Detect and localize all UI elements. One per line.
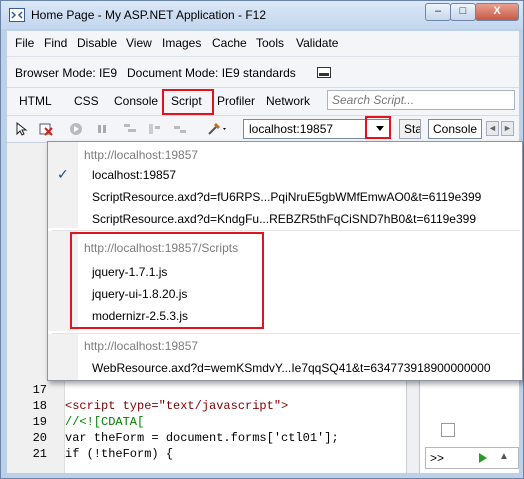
select-element-icon[interactable] — [15, 122, 29, 136]
tab-css[interactable]: CSS — [74, 94, 99, 108]
mode-bar: Browser Mode: IE9 Document Mode: IE9 sta… — [7, 57, 519, 88]
line-number: 19 — [32, 415, 47, 429]
list-item[interactable]: ScriptResource.axd?d=KndgFu...REBZR5thFq… — [92, 212, 476, 226]
checkmark-icon: ✓ — [57, 166, 69, 182]
minimize-button[interactable]: – — [425, 3, 451, 21]
chevron-down-icon[interactable] — [376, 126, 384, 131]
menu-validate[interactable]: Validate — [296, 36, 338, 50]
search-script-input[interactable]: Search Script... — [327, 90, 515, 110]
maximize-button[interactable]: □ — [450, 3, 476, 21]
browser-mode-button[interactable]: Browser Mode: IE9 — [15, 66, 117, 80]
list-item[interactable]: localhost:19857 — [92, 168, 176, 182]
console-pane-button[interactable]: Console — [428, 119, 482, 139]
start-debugging-button[interactable]: Start — [399, 119, 421, 139]
tab-network[interactable]: Network — [266, 94, 310, 108]
tab-console[interactable]: Console — [114, 94, 158, 108]
code-text: var theForm = document.forms['ctl01']; — [65, 431, 339, 445]
tab-profiler[interactable]: Profiler — [217, 94, 255, 108]
scripts-group-highlight — [70, 232, 264, 329]
menu-tools[interactable]: Tools — [256, 36, 284, 50]
group-gutter — [48, 142, 78, 228]
menu-disable[interactable]: Disable — [77, 36, 117, 50]
list-item[interactable]: ScriptResource.axd?d=fU6RPS...PqiNruE5gb… — [92, 190, 481, 204]
code-line: 21 if (!theForm) { — [33, 447, 174, 463]
step-into-icon[interactable] — [123, 122, 137, 136]
group-divider — [52, 230, 520, 231]
scroll-left-icon[interactable]: ◄ — [486, 121, 499, 136]
tab-bar: HTML CSS Console Script Profiler Network… — [7, 88, 519, 115]
clear-icon[interactable] — [39, 122, 53, 136]
menu-bar: File Find Disable View Images Cache Tool… — [7, 31, 519, 57]
scroll-right-icon[interactable]: ► — [501, 121, 514, 136]
group-header: http://localhost:19857 — [84, 339, 199, 353]
list-item[interactable]: WebResource.axd?d=wemKSmdvY...Ie7qqSQ41&… — [92, 361, 491, 375]
menu-cache[interactable]: Cache — [212, 36, 247, 50]
step-over-icon[interactable] — [147, 122, 161, 136]
tools-icon[interactable] — [207, 122, 229, 136]
group-gutter — [48, 334, 78, 380]
script-toolbar: localhost:19857 Start Console ◄ ► — [7, 115, 519, 143]
expand-console-icon[interactable]: ▲ — [499, 451, 509, 462]
tab-html[interactable]: HTML — [19, 94, 52, 108]
code-text: <script type="text/javascript"> — [65, 399, 289, 413]
menu-find[interactable]: Find — [44, 36, 67, 50]
code-text: if (!theForm) { — [65, 447, 174, 461]
group-divider — [52, 333, 520, 334]
menu-file[interactable]: File — [15, 36, 34, 50]
close-button[interactable]: X — [475, 3, 519, 21]
line-number: 18 — [32, 399, 47, 413]
step-out-icon[interactable] — [173, 122, 187, 136]
menu-view[interactable]: View — [126, 36, 152, 50]
line-number: 20 — [32, 431, 47, 445]
code-text: //<![CDATA[ — [65, 415, 145, 429]
line-number: 21 — [32, 447, 47, 461]
window-title: Home Page - My ASP.NET Application - F12 — [31, 8, 267, 22]
title-bar: Home Page - My ASP.NET Application - F12… — [1, 1, 523, 29]
script-source-dropdown: http://localhost:19857 ✓ localhost:19857… — [47, 141, 523, 381]
code-line: 18 <script type="text/javascript"> — [33, 399, 289, 415]
code-line: 19 //<![CDATA[ — [33, 415, 145, 431]
code-scrollbar[interactable] — [406, 381, 419, 473]
code-line: 20 var theForm = document.forms['ctl01']… — [33, 431, 339, 447]
menu-images[interactable]: Images — [162, 36, 201, 50]
f12-window: Home Page - My ASP.NET Application - F12… — [0, 0, 524, 479]
multiline-toggle-icon[interactable] — [441, 423, 455, 437]
break-icon[interactable] — [95, 122, 109, 136]
run-script-icon[interactable] — [479, 453, 487, 463]
dock-window-icon[interactable] — [317, 67, 331, 78]
line-number: 17 — [32, 383, 47, 397]
document-mode-button[interactable]: Document Mode: IE9 standards — [127, 66, 296, 80]
f12-app-icon — [9, 8, 25, 22]
group-header: http://localhost:19857 — [84, 148, 199, 162]
continue-icon[interactable] — [69, 122, 83, 136]
script-tab-highlight — [162, 89, 214, 115]
